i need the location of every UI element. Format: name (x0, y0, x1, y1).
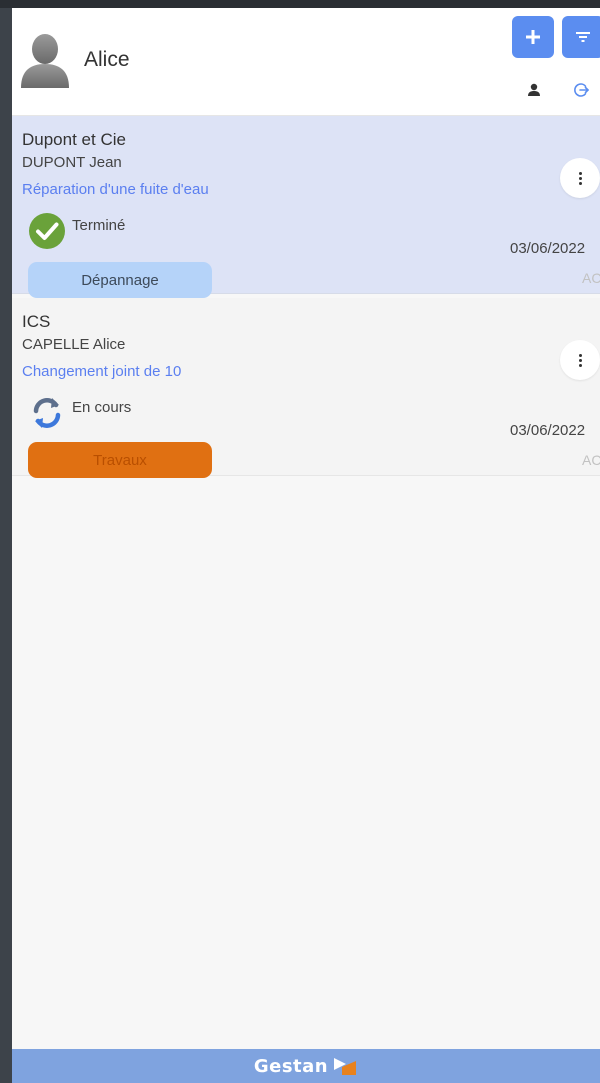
app-container: Alice Dupont et Cie DUPONT Jean Réparati… (12, 8, 600, 1083)
profile-button[interactable] (524, 80, 544, 100)
check-circle-icon (28, 212, 66, 250)
filter-icon (576, 32, 590, 42)
intervention-subject[interactable]: Changement joint de 10 (22, 363, 181, 380)
item-menu-button[interactable] (560, 158, 600, 198)
more-vertical-icon (578, 171, 582, 185)
contact-name: DUPONT Jean (22, 154, 122, 171)
user-icon (528, 83, 540, 96)
intervention-subject[interactable]: Réparation d'une fuite d'eau (22, 181, 209, 198)
plus-icon (526, 30, 540, 44)
intervention-date: 03/06/2022 (510, 240, 586, 257)
logout-button[interactable] (571, 80, 591, 100)
user-avatar-icon (19, 30, 71, 90)
window-top-border (0, 0, 600, 8)
contact-name: CAPELLE Alice (22, 336, 126, 353)
sync-icon (28, 394, 66, 432)
type-badge[interactable]: Travaux (28, 442, 212, 478)
company-name: Dupont et Cie (22, 130, 126, 149)
add-button[interactable] (512, 16, 554, 58)
technician-initials: AC (582, 270, 600, 286)
status-label: En cours (72, 399, 132, 416)
brand-logo: Gestan (254, 1055, 358, 1077)
item-menu-button[interactable] (560, 340, 600, 380)
more-vertical-icon (578, 353, 582, 367)
header: Alice (12, 8, 600, 116)
technician-initials: AC (582, 452, 600, 468)
window-left-border (0, 8, 12, 1083)
gestan-logo-icon (334, 1058, 357, 1075)
logout-icon (574, 83, 589, 97)
company-name: ICS (22, 312, 51, 331)
status-label: Terminé (72, 217, 126, 234)
list-item[interactable]: ICS CAPELLE Alice Changement joint de 10… (12, 298, 600, 478)
list-item[interactable]: Dupont et Cie DUPONT Jean Réparation d'u… (12, 116, 600, 298)
type-badge[interactable]: Dépannage (28, 262, 212, 298)
brand-name: Gestan (253, 1055, 329, 1077)
user-name: Alice (84, 48, 130, 71)
filter-button[interactable] (562, 16, 600, 58)
intervention-date: 03/06/2022 (510, 422, 586, 439)
footer: Gestan (12, 1049, 600, 1083)
